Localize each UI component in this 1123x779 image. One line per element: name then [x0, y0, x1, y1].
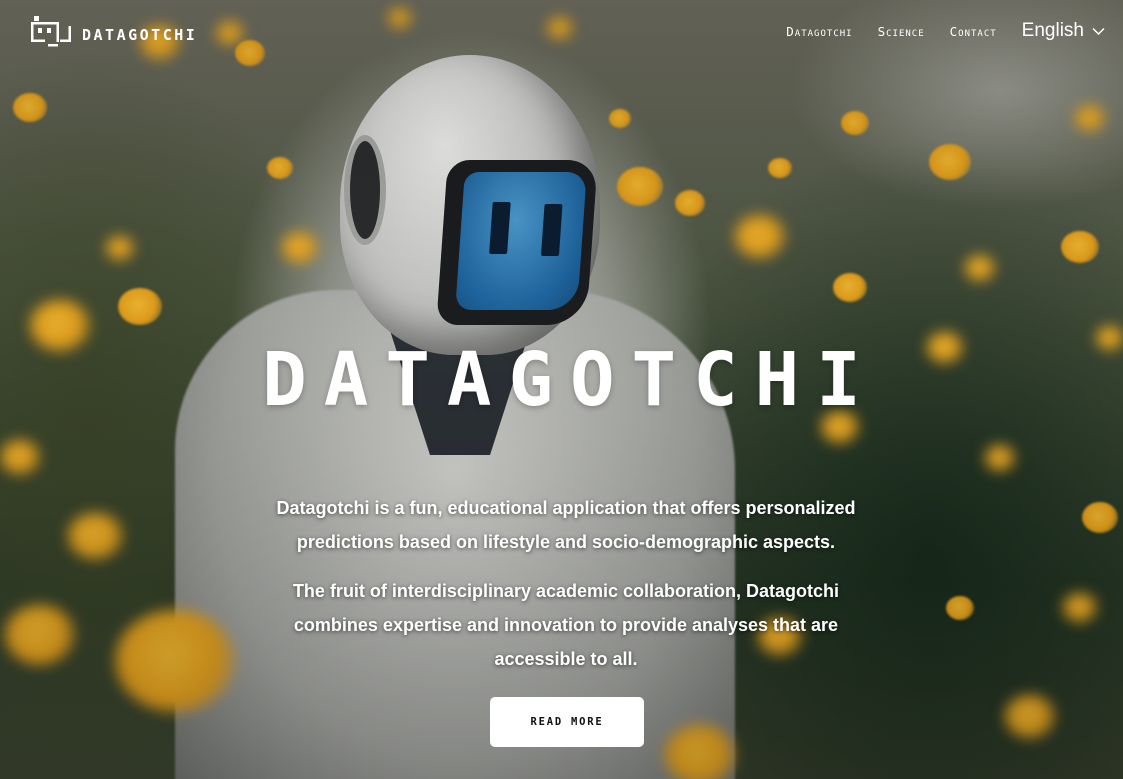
hero-description: Datagotchi is a fun, educational applica… [276, 498, 856, 552]
chevron-down-icon [1092, 27, 1105, 35]
hero-collaboration-text: The fruit of interdisciplinary academic … [292, 581, 840, 669]
nav-link-contact[interactable]: Contact [950, 24, 997, 39]
read-more-button[interactable]: Read more [490, 697, 644, 747]
nav-link-datagotchi[interactable]: Datagotchi [786, 24, 852, 39]
language-label: English [1021, 20, 1084, 41]
hero-title: DATAGOTCHI [262, 337, 878, 423]
robot-head-icon [31, 16, 71, 47]
main-nav: Datagotchi Science Contact English [786, 20, 1105, 42]
brand-name: DATAGOTCHI [82, 26, 198, 44]
language-selector[interactable]: English [1022, 20, 1105, 42]
nav-link-science[interactable]: Science [878, 24, 925, 39]
brand-logo[interactable]: DATAGOTCHI [30, 14, 197, 50]
